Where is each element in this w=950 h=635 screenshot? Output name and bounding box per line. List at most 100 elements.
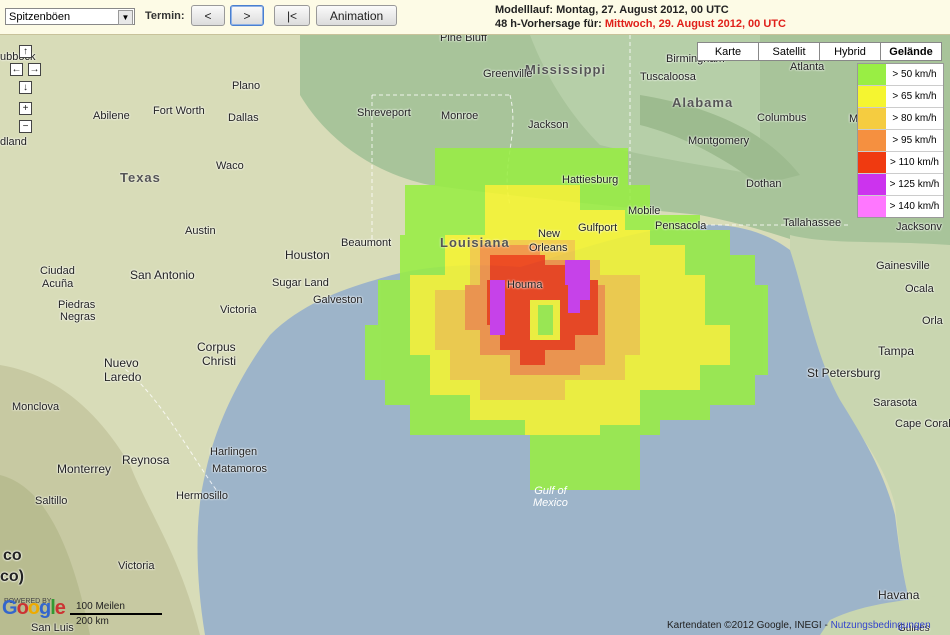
chevron-down-icon[interactable]: ▼ bbox=[118, 10, 133, 25]
animation-button[interactable]: Animation bbox=[316, 5, 397, 26]
forecast-date: Mittwoch, 29. August 2012, 00 UTC bbox=[604, 18, 786, 30]
legend-label: > 95 km/h bbox=[892, 135, 937, 146]
place-houston: Houston bbox=[285, 248, 330, 262]
place-nuevo-laredo-line1: Nuevo bbox=[104, 356, 139, 370]
place-pensacola: Pensacola bbox=[655, 220, 707, 232]
state-label-texas: Texas bbox=[120, 170, 161, 185]
pan-right-button[interactable]: → bbox=[28, 63, 41, 76]
place-plano: Plano bbox=[232, 80, 261, 92]
place-fort-worth: Fort Worth bbox=[153, 105, 205, 117]
legend-row: > 95 km/h bbox=[858, 130, 943, 152]
legend-swatch bbox=[858, 196, 886, 217]
legend-row: > 110 km/h bbox=[858, 152, 943, 174]
place-nuevo-laredo-line2: Laredo bbox=[104, 370, 142, 384]
place-hattiesburg: Hattiesburg bbox=[562, 174, 619, 186]
place-tampa: Tampa bbox=[878, 344, 915, 358]
place-abilene: Abilene bbox=[93, 110, 130, 122]
pan-up-button[interactable]: ↑ bbox=[19, 45, 32, 58]
termin-label: Termin: bbox=[145, 10, 185, 22]
place-ocala: Ocala bbox=[905, 283, 934, 295]
map-type-satellit[interactable]: Satellit bbox=[758, 42, 820, 61]
place-mexico-line1: co bbox=[3, 547, 22, 564]
place-harlingen: Harlingen bbox=[210, 446, 258, 458]
forecast-info: 48 h-Vorhersage für: Mittwoch, 29. Augus… bbox=[495, 18, 786, 30]
place-san-luis: San Luis bbox=[31, 622, 74, 634]
place-pine-bluff: Pine Bluff bbox=[440, 35, 487, 44]
first-button[interactable]: |< bbox=[274, 5, 310, 26]
place-columbus: Columbus bbox=[757, 112, 807, 124]
legend-swatch bbox=[858, 64, 886, 85]
pan-down-button[interactable]: ↓ bbox=[19, 81, 32, 94]
place-reynosa: Reynosa bbox=[122, 453, 170, 467]
place-corpus-christi-line2: Christi bbox=[202, 354, 237, 368]
legend-swatch bbox=[858, 130, 886, 151]
place-piedras-negras-line1: Piedras bbox=[58, 299, 96, 311]
map-type-switcher: Karte Satellit Hybrid Gelände bbox=[697, 42, 942, 61]
place-sarasota: Sarasota bbox=[873, 397, 918, 409]
place-beaumont: Beaumont bbox=[341, 237, 392, 249]
place-jacksonville: Jacksonv bbox=[896, 221, 942, 233]
state-label-louisiana: Louisiana bbox=[440, 235, 510, 250]
place-piedras-negras-line2: Negras bbox=[60, 311, 96, 323]
prev-button[interactable]: < bbox=[191, 5, 225, 26]
place-monterrey: Monterrey bbox=[57, 462, 112, 476]
legend-swatch bbox=[858, 86, 886, 107]
place-cape-coral: Cape Coral bbox=[895, 418, 950, 430]
place-tuscaloosa: Tuscaloosa bbox=[640, 71, 696, 83]
place-havana: Havana bbox=[878, 588, 920, 602]
model-run-info: Modelllauf: Montag, 27. August 2012, 00 … bbox=[495, 4, 729, 16]
place-st-petersburg: St Petersburg bbox=[807, 366, 881, 380]
map-view[interactable]: Mississippi Alabama Texas Louisiana Pine… bbox=[0, 35, 950, 635]
terms-link[interactable]: Nutzungsbedingungen bbox=[831, 620, 931, 631]
wind-gust-legend: > 50 km/h > 65 km/h > 80 km/h > 95 km/h > 11… bbox=[857, 63, 944, 218]
place-austin: Austin bbox=[185, 225, 216, 237]
scale-bar-miles bbox=[70, 613, 162, 615]
place-dallas: Dallas bbox=[228, 112, 259, 124]
pan-left-button[interactable]: ← bbox=[10, 63, 23, 76]
water-label-line1: Gulf of bbox=[534, 485, 567, 497]
legend-label: > 50 km/h bbox=[892, 69, 937, 80]
legend-swatch bbox=[858, 174, 886, 195]
legend-row: > 50 km/h bbox=[858, 64, 943, 86]
place-victoria: Victoria bbox=[220, 304, 257, 316]
forecast-prefix: 48 h-Vorhersage für: bbox=[495, 18, 605, 30]
legend-swatch bbox=[858, 152, 886, 173]
place-mexico-line2: co) bbox=[0, 568, 24, 585]
place-matamoros: Matamoros bbox=[212, 463, 268, 475]
terrain-basemap bbox=[0, 35, 950, 635]
place-orlando: Orla bbox=[922, 315, 943, 327]
map-type-karte[interactable]: Karte bbox=[697, 42, 759, 61]
legend-row: > 140 km/h bbox=[858, 196, 943, 217]
legend-row: > 125 km/h bbox=[858, 174, 943, 196]
scale-km: 200 km bbox=[76, 616, 109, 627]
place-corpus-christi-line1: Corpus bbox=[197, 340, 236, 354]
google-logo[interactable]: Google bbox=[2, 597, 66, 620]
place-san-antonio: San Antonio bbox=[130, 268, 195, 282]
place-galveston: Galveston bbox=[313, 294, 363, 306]
zoom-in-button[interactable]: + bbox=[19, 102, 32, 115]
parameter-select[interactable]: Spitzenböen ▼ bbox=[5, 8, 135, 25]
place-midland: dland bbox=[0, 136, 27, 148]
state-label-alabama: Alabama bbox=[672, 95, 734, 110]
map-type-gelaende[interactable]: Gelände bbox=[880, 42, 942, 61]
place-mobile: Mobile bbox=[628, 205, 661, 217]
state-label-mississippi: Mississippi bbox=[525, 62, 607, 77]
legend-label: > 65 km/h bbox=[892, 91, 937, 102]
place-atlanta: Atlanta bbox=[790, 61, 825, 73]
map-copyright: Kartendaten ©2012 Google, INEGI - Nutzun… bbox=[667, 620, 931, 631]
place-dothan: Dothan bbox=[746, 178, 782, 190]
place-sugar-land: Sugar Land bbox=[272, 277, 329, 289]
legend-label: > 110 km/h bbox=[889, 157, 939, 168]
place-jackson: Jackson bbox=[528, 119, 569, 131]
control-bar: Spitzenböen ▼ Termin: < > |< Animation M… bbox=[0, 0, 950, 35]
place-ciudad-acuna-line2: Acuña bbox=[42, 278, 74, 290]
parameter-select-value: Spitzenböen bbox=[9, 10, 71, 23]
legend-label: > 125 km/h bbox=[889, 179, 940, 190]
legend-row: > 80 km/h bbox=[858, 108, 943, 130]
zoom-out-button[interactable]: − bbox=[19, 120, 32, 133]
map-type-hybrid[interactable]: Hybrid bbox=[819, 42, 881, 61]
place-houma: Houma bbox=[507, 279, 543, 291]
next-button[interactable]: > bbox=[230, 5, 264, 26]
place-hermosillo: Hermosillo bbox=[176, 490, 228, 502]
place-monroe: Monroe bbox=[441, 110, 479, 122]
